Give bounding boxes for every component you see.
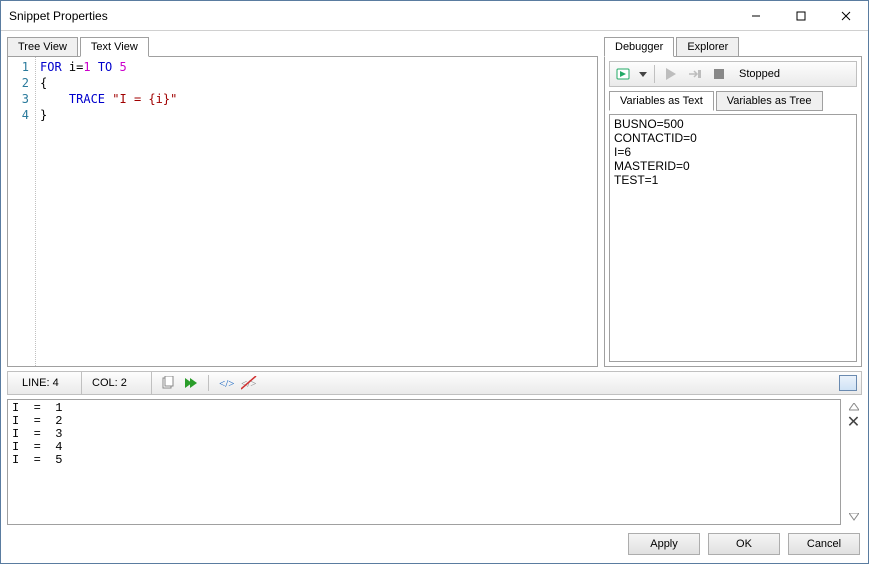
ok-button[interactable]: OK	[708, 533, 780, 555]
tab-variables-text[interactable]: Variables as Text	[609, 91, 714, 111]
status-bar: LINE: 4 COL: 2 </> </>	[7, 371, 862, 395]
variable-tabs: Variables as Text Variables as Tree	[609, 91, 857, 111]
clear-output-icon[interactable]: ✕	[847, 412, 860, 432]
tab-tree-view[interactable]: Tree View	[7, 37, 78, 57]
output-row: I = 1 I = 2 I = 3 I = 4 I = 5 ✕	[7, 399, 862, 525]
line-number-gutter: 1 2 3 4	[8, 57, 36, 366]
svg-text:</>: </>	[219, 378, 234, 390]
debugger-box: Stopped Variables as Text Variables as T…	[604, 56, 862, 367]
status-line: LINE: 4	[12, 372, 82, 394]
code-text[interactable]: FOR i=1 TO 5 { TRACE "I = {i}" }	[36, 57, 597, 366]
upper-panes: Tree View Text View 1 2 3 4 FOR i=1 TO 5…	[7, 37, 862, 367]
minimize-button[interactable]	[733, 1, 778, 30]
output-panel[interactable]: I = 1 I = 2 I = 3 I = 4 I = 5	[7, 399, 841, 525]
main-tabs: Tree View Text View	[7, 37, 598, 57]
play-icon[interactable]	[661, 64, 681, 84]
cancel-button[interactable]: Cancel	[788, 533, 860, 555]
apply-button[interactable]: Apply	[628, 533, 700, 555]
tab-variables-tree[interactable]: Variables as Tree	[716, 91, 823, 111]
code-editor[interactable]: 1 2 3 4 FOR i=1 TO 5 { TRACE "I = {i}" }	[7, 56, 598, 367]
variables-panel[interactable]: BUSNO=500 CONTACTID=0 I=6 MASTERID=0 TES…	[609, 114, 857, 362]
titlebar: Snippet Properties	[1, 1, 868, 31]
debugger-toolbar: Stopped	[609, 61, 857, 87]
debugger-status: Stopped	[739, 68, 780, 80]
code-tag-disabled-icon[interactable]: </>	[241, 375, 257, 391]
output-side-controls: ✕	[845, 399, 862, 525]
window: Snippet Properties Tree View Text View	[0, 0, 869, 564]
svg-text:</>: </>	[241, 378, 256, 390]
dropdown-icon[interactable]	[638, 64, 648, 84]
close-button[interactable]	[823, 1, 868, 30]
window-buttons	[733, 1, 868, 30]
tab-debugger[interactable]: Debugger	[604, 37, 674, 57]
code-tag-icon[interactable]: </>	[219, 375, 235, 391]
window-title: Snippet Properties	[9, 9, 733, 23]
dialog-buttons: Apply OK Cancel	[7, 529, 862, 557]
scroll-down-icon[interactable]	[848, 511, 860, 523]
maximize-button[interactable]	[778, 1, 823, 30]
step-icon[interactable]	[685, 64, 705, 84]
content-area: Tree View Text View 1 2 3 4 FOR i=1 TO 5…	[1, 31, 868, 563]
panel-toggle-icon[interactable]	[839, 375, 857, 391]
debugger-pane: Debugger Explorer	[604, 37, 862, 367]
run-icon[interactable]	[614, 64, 634, 84]
copy-icon[interactable]	[160, 375, 176, 391]
separator	[208, 375, 209, 391]
status-icons: </> </>	[152, 375, 257, 391]
tab-explorer[interactable]: Explorer	[676, 37, 739, 57]
status-col: COL: 2	[82, 372, 152, 394]
debugger-tabs: Debugger Explorer	[604, 37, 862, 57]
stop-icon[interactable]	[709, 64, 729, 84]
editor-pane: Tree View Text View 1 2 3 4 FOR i=1 TO 5…	[7, 37, 598, 367]
tab-text-view[interactable]: Text View	[80, 37, 149, 57]
separator	[654, 65, 655, 83]
run-script-icon[interactable]	[182, 375, 198, 391]
